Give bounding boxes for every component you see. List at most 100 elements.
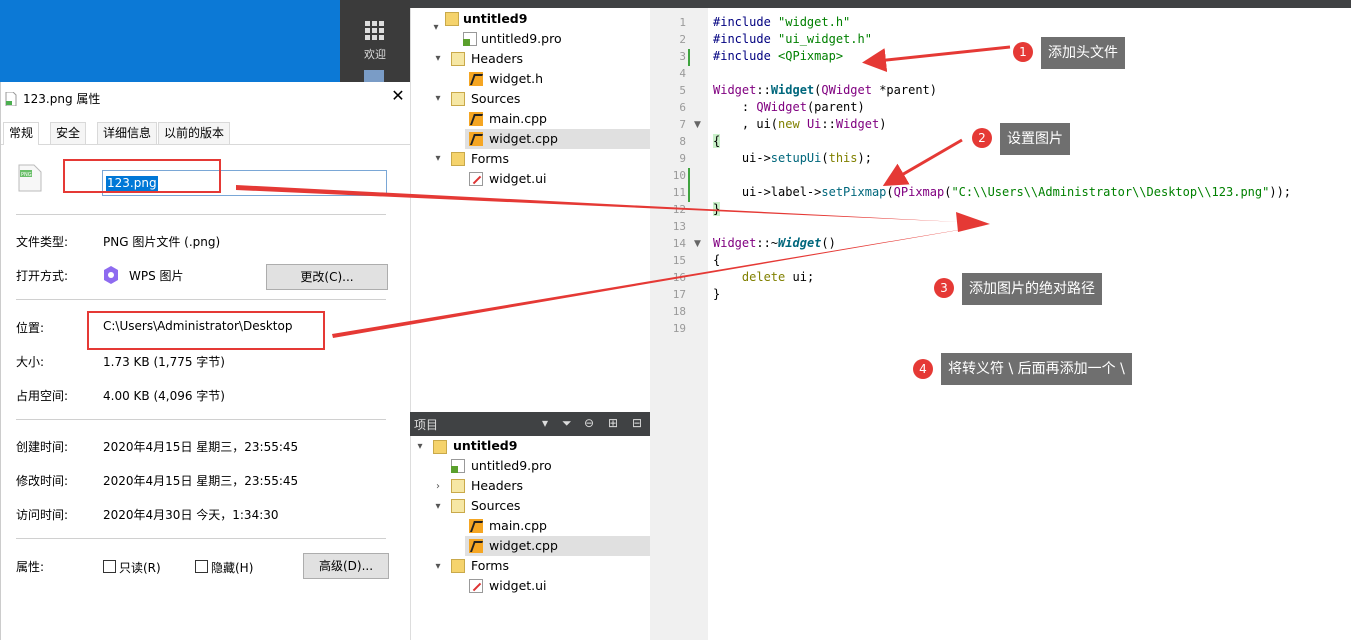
edit-mode-icon[interactable]: [364, 70, 384, 82]
tree-item-widget-h[interactable]: widget.h: [489, 69, 543, 89]
header-folder-icon: [451, 52, 465, 66]
chevron-down-icon[interactable]: ▾: [433, 153, 443, 164]
code-token: );: [857, 151, 872, 165]
disk-size-value: 4.00 KB (4,096 字节): [103, 389, 225, 403]
png-file-icon: [5, 92, 17, 106]
tree-item-widget-cpp[interactable]: widget.cpp: [489, 536, 558, 556]
annotation-number: 2: [972, 128, 992, 148]
tree-item-sources[interactable]: Sources: [471, 89, 520, 109]
open-with-value: WPS 图片: [129, 269, 184, 283]
attributes-label: 属性:: [16, 560, 45, 574]
code-token: QWidget: [756, 100, 807, 114]
annotation-number: 3: [934, 278, 954, 298]
file-type-value: PNG 图片文件 (.png): [103, 235, 221, 249]
tree-root-label[interactable]: untitled9: [463, 9, 527, 29]
chevron-right-icon[interactable]: ›: [433, 481, 443, 492]
project-pane-header: 项目 ▾ ⏷ ⊖ ⊞ ⊟: [410, 412, 650, 436]
code-token: ::: [756, 83, 771, 97]
tree-item-pro[interactable]: untitled9.pro: [471, 456, 552, 476]
code-line-7: , ui(new Ui::Widget): [713, 117, 887, 131]
split-icon[interactable]: ⊞: [608, 416, 618, 430]
code-line-5: Widget::Widget(QWidget *parent): [713, 83, 937, 97]
modified-line-marker: [688, 168, 690, 185]
chevron-down-icon[interactable]: ▾: [433, 501, 443, 512]
fold-arrow-icon[interactable]: ▼: [694, 239, 701, 249]
link-icon[interactable]: ⊖: [584, 416, 594, 430]
chevron-down-icon[interactable]: ▾: [431, 22, 441, 33]
code-token: Ui: [806, 117, 822, 131]
ui-file-icon: [469, 172, 483, 186]
tree-item-widget-ui[interactable]: widget.ui: [489, 169, 547, 189]
svg-text:PNG: PNG: [21, 172, 32, 178]
change-button[interactable]: 更改(C)...: [266, 264, 388, 290]
code-line-2: #include "ui_widget.h": [713, 32, 872, 46]
code-token: Widget: [778, 236, 822, 250]
code-line-17: }: [713, 287, 721, 301]
highlight-box-location: [87, 311, 325, 350]
tree-item-main-cpp[interactable]: main.cpp: [489, 516, 547, 536]
fold-arrow-icon[interactable]: ▼: [694, 120, 701, 130]
readonly-label[interactable]: 只读(R): [119, 559, 161, 576]
tree-item-headers[interactable]: Headers: [471, 476, 523, 496]
line-number: 9: [679, 152, 686, 165]
header-folder-icon: [451, 479, 465, 493]
modified-value: 2020年4月15日 星期三，23:55:45: [103, 474, 299, 488]
tab-details[interactable]: 详细信息: [97, 122, 158, 144]
line-number: 2: [679, 33, 686, 46]
tab-security[interactable]: 安全: [50, 122, 87, 144]
chevron-down-icon[interactable]: ▾: [415, 441, 425, 452]
tree-item-forms[interactable]: Forms: [471, 149, 509, 169]
annotation-label: 将转义符 \ 后面再添加一个 \: [941, 353, 1132, 385]
welcome-mode-label[interactable]: 欢迎: [358, 46, 392, 62]
code-token: ::~: [756, 236, 779, 250]
tree-item-widget-ui[interactable]: widget.ui: [489, 576, 547, 596]
annotation-number: 4: [913, 359, 933, 379]
code-token: Widget: [770, 83, 815, 97]
welcome-grid-icon[interactable]: [364, 20, 384, 40]
highlight-box-filename: [63, 159, 221, 193]
tree-root-label[interactable]: untitled9: [453, 436, 517, 456]
readonly-checkbox[interactable]: [103, 560, 116, 573]
tree-item-pro[interactable]: untitled9.pro: [481, 29, 562, 49]
code-token: :: [713, 100, 757, 114]
tree-item-headers[interactable]: Headers: [471, 49, 523, 69]
tree-item-sources[interactable]: Sources: [471, 496, 520, 516]
line-number: 4: [679, 67, 686, 80]
project-icon: [433, 440, 447, 454]
accessed-value: 2020年4月30日 今天，1:34:30: [103, 508, 279, 522]
cpp-file-icon: [469, 519, 483, 533]
chevron-down-icon[interactable]: ▾: [433, 93, 443, 104]
project-icon: [445, 12, 459, 26]
chevron-down-icon[interactable]: ▾: [433, 53, 443, 64]
annotation-label: 添加图片的绝对路径: [962, 273, 1102, 305]
created-label: 创建时间:: [16, 440, 69, 454]
dropdown-arrow-icon[interactable]: ▾: [542, 416, 548, 430]
created-value: 2020年4月15日 星期三，23:55:45: [103, 440, 299, 454]
editor-top-toolbar: [410, 0, 1351, 8]
hidden-label[interactable]: 隐藏(H): [211, 559, 253, 576]
advanced-button[interactable]: 高级(D)...: [303, 553, 389, 579]
code-line-6: : QWidget(parent): [713, 100, 865, 114]
size-value: 1.73 KB (1,775 字节): [103, 355, 225, 369]
project-pane-title: 项目: [414, 418, 439, 432]
hidden-checkbox[interactable]: [195, 560, 208, 573]
code-token: Widget: [713, 83, 757, 97]
separator: [16, 214, 386, 215]
close-icon[interactable]: ✕: [389, 86, 407, 105]
code-line-11: ui->label->setPixmap(QPixmap("C:\\Users\…: [713, 185, 1291, 199]
line-number: 3: [679, 50, 686, 63]
header-file-icon: [469, 72, 483, 86]
line-number: 19: [672, 322, 686, 335]
chevron-down-icon[interactable]: ▾: [433, 561, 443, 572]
tree-item-forms[interactable]: Forms: [471, 556, 509, 576]
tab-general[interactable]: 常规: [3, 122, 40, 145]
code-token: *parent): [871, 83, 938, 97]
filter-icon[interactable]: ⏷: [562, 416, 572, 431]
tree-item-main-cpp[interactable]: main.cpp: [489, 109, 547, 129]
tab-previous-versions[interactable]: 以前的版本: [158, 122, 231, 144]
tree-item-widget-cpp[interactable]: widget.cpp: [489, 129, 558, 149]
close-pane-icon[interactable]: ⊟: [632, 416, 642, 430]
sources-folder-icon: [451, 499, 465, 513]
line-number: 17: [672, 288, 686, 301]
